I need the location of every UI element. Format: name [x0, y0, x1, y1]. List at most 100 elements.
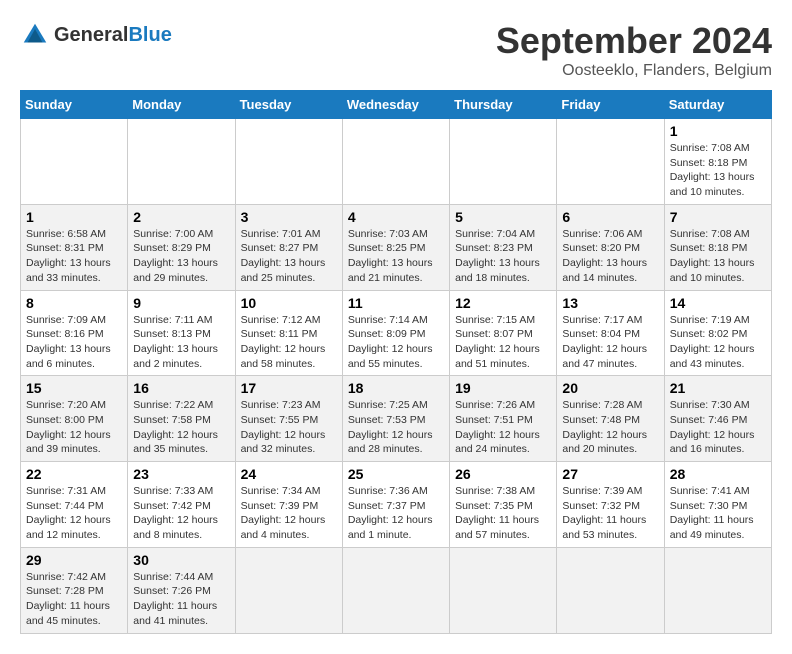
calendar-cell: 3Sunrise: 7:01 AMSunset: 8:27 PMDaylight… — [235, 204, 342, 290]
cell-info: Sunrise: 7:34 AMSunset: 7:39 PMDaylight:… — [241, 484, 337, 543]
calendar-cell: 22 Sunrise: 7:31 AMSunset: 7:44 PMDayligh… — [21, 462, 128, 548]
calendar-cell: 17Sunrise: 7:23 AMSunset: 7:55 PMDayligh… — [235, 376, 342, 462]
calendar-cell: 26 Sunrise: 7:38 AMSunset: 7:35 PMDayligh… — [450, 462, 557, 548]
calendar-cell: 14Sunrise: 7:19 AMSunset: 8:02 PMDayligh… — [664, 290, 771, 376]
weekday-tuesday: Tuesday — [235, 91, 342, 119]
cell-date-number: 19 — [455, 380, 551, 396]
main-title: September 2024 — [496, 20, 772, 62]
cell-date-number: 16 — [133, 380, 229, 396]
cell-date-number: 23 — [133, 466, 229, 482]
logo-blue: Blue — [128, 24, 171, 46]
cell-date-number: 14 — [670, 295, 766, 311]
cell-date-number: 26 — [455, 466, 551, 482]
calendar-row: 8Sunrise: 7:09 AMSunset: 8:16 PMDaylight… — [21, 290, 772, 376]
cell-date-number: 8 — [26, 295, 122, 311]
cell-info: Sunrise: 7:22 AMSunset: 7:58 PMDaylight:… — [133, 398, 229, 457]
cell-info: Sunrise: 7:42 AMSunset: 7:28 PMDaylight:… — [26, 570, 122, 629]
cell-info: Sunrise: 7:03 AMSunset: 8:25 PMDaylight:… — [348, 227, 444, 286]
calendar-cell: 7 Sunrise: 7:08 AMSunset: 8:18 PMDaylight… — [664, 204, 771, 290]
calendar-cell: 11 Sunrise: 7:14 AMSunset: 8:09 PMDayligh… — [342, 290, 449, 376]
calendar-cell: 1 Sunrise: 6:58 AMSunset: 8:31 PMDaylight… — [21, 204, 128, 290]
calendar-cell: 20Sunrise: 7:28 AMSunset: 7:48 PMDayligh… — [557, 376, 664, 462]
cell-date-number: 15 — [26, 380, 122, 396]
cell-info: Sunrise: 7:38 AMSunset: 7:35 PMDaylight:… — [455, 484, 551, 543]
cell-info: Sunrise: 7:08 AMSunset: 8:18 PMDaylight:… — [670, 141, 766, 200]
calendar-cell: 30Sunrise: 7:44 AMSunset: 7:26 PMDayligh… — [128, 547, 235, 633]
logo: GeneralBlue — [20, 20, 172, 50]
cell-info: Sunrise: 7:15 AMSunset: 8:07 PMDaylight:… — [455, 313, 551, 372]
calendar-row: 15 Sunrise: 7:20 AMSunset: 8:00 PMDayligh… — [21, 376, 772, 462]
cell-date-number: 9 — [133, 295, 229, 311]
logo-icon — [20, 20, 50, 50]
calendar-cell — [450, 119, 557, 205]
cell-date-number: 27 — [562, 466, 658, 482]
weekday-wednesday: Wednesday — [342, 91, 449, 119]
calendar-cell — [664, 547, 771, 633]
calendar-cell: 2Sunrise: 7:00 AMSunset: 8:29 PMDaylight… — [128, 204, 235, 290]
cell-date-number: 25 — [348, 466, 444, 482]
cell-date-number: 28 — [670, 466, 766, 482]
calendar-row: 22 Sunrise: 7:31 AMSunset: 7:44 PMDayligh… — [21, 462, 772, 548]
calendar-table: Sunday Monday Tuesday Wednesday Thursday… — [20, 90, 772, 634]
calendar-cell: 15 Sunrise: 7:20 AMSunset: 8:00 PMDayligh… — [21, 376, 128, 462]
calendar-cell — [450, 547, 557, 633]
calendar-cell: 25 Sunrise: 7:36 AMSunset: 7:37 PMDayligh… — [342, 462, 449, 548]
calendar-row: 1 Sunrise: 7:08 AMSunset: 8:18 PMDaylight… — [21, 119, 772, 205]
cell-date-number: 18 — [348, 380, 444, 396]
title-block: September 2024 Oosteeklo, Flanders, Belg… — [496, 20, 772, 80]
logo-general: General — [54, 24, 128, 46]
weekday-friday: Friday — [557, 91, 664, 119]
cell-info: Sunrise: 7:12 AMSunset: 8:11 PMDaylight:… — [241, 313, 337, 372]
calendar-cell — [128, 119, 235, 205]
calendar-body: 1 Sunrise: 7:08 AMSunset: 8:18 PMDaylight… — [21, 119, 772, 634]
weekday-monday: Monday — [128, 91, 235, 119]
cell-info: Sunrise: 6:58 AMSunset: 8:31 PMDaylight:… — [26, 227, 122, 286]
cell-info: Sunrise: 7:04 AMSunset: 8:23 PMDaylight:… — [455, 227, 551, 286]
calendar-cell: 19 Sunrise: 7:26 AMSunset: 7:51 PMDayligh… — [450, 376, 557, 462]
cell-date-number: 10 — [241, 295, 337, 311]
cell-date-number: 12 — [455, 295, 551, 311]
logo-text: GeneralBlue — [54, 24, 172, 47]
calendar-cell: 12 Sunrise: 7:15 AMSunset: 8:07 PMDayligh… — [450, 290, 557, 376]
calendar-cell: 9Sunrise: 7:11 AMSunset: 8:13 PMDaylight… — [128, 290, 235, 376]
weekday-row: Sunday Monday Tuesday Wednesday Thursday… — [21, 91, 772, 119]
cell-info: Sunrise: 7:31 AMSunset: 7:44 PMDaylight:… — [26, 484, 122, 543]
cell-date-number: 21 — [670, 380, 766, 396]
cell-date-number: 7 — [670, 209, 766, 225]
calendar-cell: 6Sunrise: 7:06 AMSunset: 8:20 PMDaylight… — [557, 204, 664, 290]
calendar-cell: 24 Sunrise: 7:34 AMSunset: 7:39 PMDayligh… — [235, 462, 342, 548]
calendar-cell — [557, 119, 664, 205]
cell-info: Sunrise: 7:01 AMSunset: 8:27 PMDaylight:… — [241, 227, 337, 286]
cell-date-number: 1 — [26, 209, 122, 225]
cell-date-number: 1 — [670, 123, 766, 139]
cell-info: Sunrise: 7:26 AMSunset: 7:51 PMDaylight:… — [455, 398, 551, 457]
cell-info: Sunrise: 7:14 AMSunset: 8:09 PMDaylight:… — [348, 313, 444, 372]
cell-info: Sunrise: 7:08 AMSunset: 8:18 PMDaylight:… — [670, 227, 766, 286]
calendar-row: 1 Sunrise: 6:58 AMSunset: 8:31 PMDaylight… — [21, 204, 772, 290]
weekday-saturday: Saturday — [664, 91, 771, 119]
cell-info: Sunrise: 7:20 AMSunset: 8:00 PMDaylight:… — [26, 398, 122, 457]
cell-info: Sunrise: 7:17 AMSunset: 8:04 PMDaylight:… — [562, 313, 658, 372]
calendar-cell: 1 Sunrise: 7:08 AMSunset: 8:18 PMDaylight… — [664, 119, 771, 205]
calendar-cell: 10 Sunrise: 7:12 AMSunset: 8:11 PMDayligh… — [235, 290, 342, 376]
cell-date-number: 29 — [26, 552, 122, 568]
cell-info: Sunrise: 7:39 AMSunset: 7:32 PMDaylight:… — [562, 484, 658, 543]
calendar-cell: 27 Sunrise: 7:39 AMSunset: 7:32 PMDayligh… — [557, 462, 664, 548]
cell-date-number: 6 — [562, 209, 658, 225]
calendar-cell: 29 Sunrise: 7:42 AMSunset: 7:28 PMDayligh… — [21, 547, 128, 633]
cell-date-number: 22 — [26, 466, 122, 482]
calendar-row: 29 Sunrise: 7:42 AMSunset: 7:28 PMDayligh… — [21, 547, 772, 633]
subtitle: Oosteeklo, Flanders, Belgium — [496, 62, 772, 80]
page-header: GeneralBlue September 2024 Oosteeklo, Fl… — [20, 20, 772, 80]
cell-info: Sunrise: 7:36 AMSunset: 7:37 PMDaylight:… — [348, 484, 444, 543]
cell-info: Sunrise: 7:23 AMSunset: 7:55 PMDaylight:… — [241, 398, 337, 457]
calendar-cell — [235, 547, 342, 633]
cell-info: Sunrise: 7:25 AMSunset: 7:53 PMDaylight:… — [348, 398, 444, 457]
cell-info: Sunrise: 7:28 AMSunset: 7:48 PMDaylight:… — [562, 398, 658, 457]
calendar-cell: 13Sunrise: 7:17 AMSunset: 8:04 PMDayligh… — [557, 290, 664, 376]
weekday-thursday: Thursday — [450, 91, 557, 119]
calendar-cell: 23Sunrise: 7:33 AMSunset: 7:42 PMDayligh… — [128, 462, 235, 548]
calendar-cell: 4Sunrise: 7:03 AMSunset: 8:25 PMDaylight… — [342, 204, 449, 290]
cell-date-number: 11 — [348, 295, 444, 311]
cell-date-number: 24 — [241, 466, 337, 482]
